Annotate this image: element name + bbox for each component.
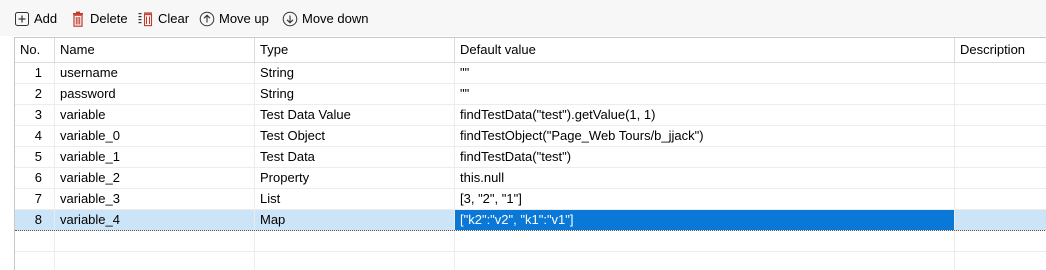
type-cell[interactable]: Test Object	[255, 126, 455, 146]
description-cell[interactable]	[955, 63, 1046, 83]
description-cell[interactable]	[955, 210, 1046, 230]
type-cell[interactable]: List	[255, 189, 455, 209]
clear-label: Clear	[158, 11, 190, 26]
row-number: 3	[15, 105, 55, 125]
name-cell[interactable]: variable_2	[55, 168, 255, 188]
empty-cell	[455, 231, 955, 251]
header-default-value[interactable]: Default value	[455, 38, 955, 62]
delete-button[interactable]: Delete	[70, 9, 128, 29]
default-value-cell-selected[interactable]: ["k2":"v2", "k1":"v1"]	[455, 210, 955, 230]
type-cell[interactable]: Property	[255, 168, 455, 188]
description-cell[interactable]	[955, 168, 1046, 188]
empty-cell	[15, 231, 55, 251]
description-cell[interactable]	[955, 189, 1046, 209]
empty-cell	[55, 252, 255, 270]
empty-cell	[255, 252, 455, 270]
row-number: 7	[15, 189, 55, 209]
toolbar: Add Delete Clear Move up Move down	[0, 0, 1046, 36]
table-row[interactable]: 7 variable_3 List [3, "2", "1"]	[15, 189, 1046, 210]
move-up-label: Move up	[219, 11, 269, 26]
type-cell[interactable]: String	[255, 63, 455, 83]
name-cell[interactable]: variable_0	[55, 126, 255, 146]
description-cell[interactable]	[955, 105, 1046, 125]
add-button[interactable]: Add	[14, 9, 57, 29]
default-value-cell[interactable]: findTestData("test").getValue(1, 1)	[455, 105, 955, 125]
name-cell[interactable]: password	[55, 84, 255, 104]
table-row[interactable]: 4 variable_0 Test Object findTestObject(…	[15, 126, 1046, 147]
description-cell[interactable]	[955, 126, 1046, 146]
move-down-button[interactable]: Move down	[282, 9, 368, 29]
row-number: 2	[15, 84, 55, 104]
empty-row	[15, 252, 1046, 270]
default-value-cell[interactable]: ""	[455, 63, 955, 83]
table-row[interactable]: 5 variable_1 Test Data findTestData("tes…	[15, 147, 1046, 168]
default-value-cell[interactable]: this.null	[455, 168, 955, 188]
row-number: 1	[15, 63, 55, 83]
header-name[interactable]: Name	[55, 38, 255, 62]
type-cell[interactable]: Test Data Value	[255, 105, 455, 125]
empty-cell	[255, 231, 455, 251]
name-cell[interactable]: variable_1	[55, 147, 255, 167]
empty-cell	[15, 252, 55, 270]
variables-panel: Add Delete Clear Move up Move down No. N…	[0, 0, 1046, 270]
plus-in-square-icon	[14, 11, 30, 27]
add-label: Add	[34, 11, 58, 26]
empty-cell	[955, 252, 1046, 270]
name-cell[interactable]: variable_3	[55, 189, 255, 209]
table-row[interactable]: 6 variable_2 Property this.null	[15, 168, 1046, 189]
clear-list-icon	[138, 11, 154, 27]
empty-cell	[455, 252, 955, 270]
default-value-cell[interactable]: findTestData("test")	[455, 147, 955, 167]
row-number: 6	[15, 168, 55, 188]
description-cell[interactable]	[955, 147, 1046, 167]
table-row[interactable]: 3 variable Test Data Value findTestData(…	[15, 105, 1046, 126]
table-header: No. Name Type Default value Description	[15, 38, 1046, 63]
description-cell[interactable]	[955, 84, 1046, 104]
name-cell[interactable]: variable_4	[55, 210, 255, 230]
delete-label: Delete	[90, 11, 128, 26]
table-row-selected[interactable]: 8 variable_4 Map ["k2":"v2", "k1":"v1"]	[15, 210, 1046, 231]
clear-button[interactable]: Clear	[138, 9, 189, 29]
move-down-label: Move down	[302, 11, 369, 26]
type-cell[interactable]: Map	[255, 210, 455, 230]
empty-cell	[955, 231, 1046, 251]
name-cell[interactable]: username	[55, 63, 255, 83]
default-value-cell[interactable]: ""	[455, 84, 955, 104]
arrow-down-circle-icon	[282, 11, 298, 27]
header-type[interactable]: Type	[255, 38, 455, 62]
type-cell[interactable]: Test Data	[255, 147, 455, 167]
move-up-button[interactable]: Move up	[199, 9, 269, 29]
type-cell[interactable]: String	[255, 84, 455, 104]
empty-row	[15, 231, 1046, 252]
row-number: 5	[15, 147, 55, 167]
default-value-cell[interactable]: findTestObject("Page_Web Tours/b_jjack")	[455, 126, 955, 146]
variables-table: No. Name Type Default value Description …	[14, 37, 1046, 270]
header-description[interactable]: Description	[955, 38, 1046, 62]
trash-icon	[70, 11, 86, 27]
row-number: 4	[15, 126, 55, 146]
row-number: 8	[15, 210, 55, 230]
empty-cell	[55, 231, 255, 251]
table-row[interactable]: 2 password String ""	[15, 84, 1046, 105]
table-row[interactable]: 1 username String ""	[15, 63, 1046, 84]
name-cell[interactable]: variable	[55, 105, 255, 125]
header-no[interactable]: No.	[15, 38, 55, 62]
arrow-up-circle-icon	[199, 11, 215, 27]
default-value-cell[interactable]: [3, "2", "1"]	[455, 189, 955, 209]
